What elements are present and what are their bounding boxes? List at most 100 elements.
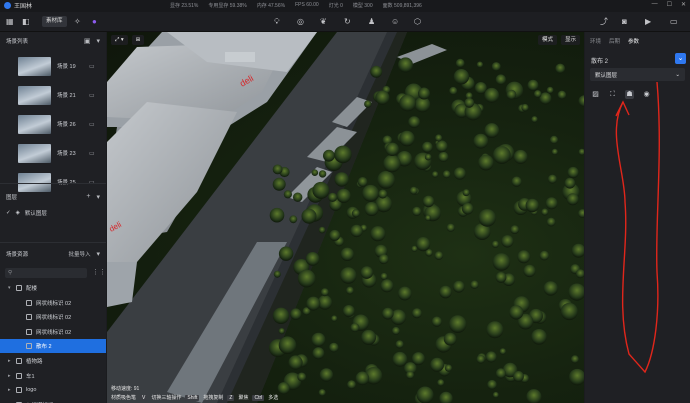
tree-item[interactable]: ▾ 配楼 — [0, 281, 106, 295]
scene-item[interactable]: 场景 19 ▭ — [18, 56, 104, 76]
layer-item-default[interactable]: ✓ ◈ 默认图层 — [6, 209, 47, 217]
axis-gizmo-icon[interactable]: ⤢ ▾ — [111, 35, 128, 45]
hint-text: 聚焦 — [238, 395, 249, 401]
tree-canopy — [334, 172, 349, 187]
scene-item[interactable]: 场景 23 ▭ — [18, 143, 104, 163]
sparkle-icon[interactable]: ✧ — [74, 15, 81, 28]
tree-canopy — [525, 198, 539, 213]
tree-item[interactable]: 散布 2 — [0, 339, 106, 354]
right-tabs: 环境 后期 参数 — [590, 37, 639, 45]
tree-canopy — [452, 280, 465, 293]
grid-view-icon[interactable]: ⋮⋮ — [92, 268, 106, 278]
ai-orb-icon[interactable]: ● — [92, 15, 97, 28]
check-icon: ✓ — [6, 210, 11, 216]
camera-icon[interactable]: ▭ — [89, 150, 95, 157]
tree-canopy — [395, 340, 404, 349]
walk-icon[interactable]: ♟ — [368, 15, 375, 28]
panel-tab[interactable]: 后期 — [609, 37, 620, 45]
minimize-icon[interactable]: — — [652, 1, 658, 8]
viewport-tab[interactable]: 显示 — [560, 35, 580, 45]
viewport-mode-tabs: 模式 显示 — [537, 35, 580, 45]
refresh-icon[interactable]: ↻ — [344, 15, 351, 28]
tree-canopy — [569, 368, 584, 386]
panel-tab[interactable]: 参数 — [628, 37, 639, 45]
key-badge: Ctrl — [252, 394, 265, 401]
caret-icon[interactable]: ▸ — [8, 358, 16, 364]
tree-canopy — [543, 281, 558, 296]
material-library-button[interactable]: 素材库 — [42, 16, 67, 27]
panel-tab[interactable]: 环境 — [590, 37, 601, 45]
monitor-icon[interactable]: ▭ — [670, 15, 678, 28]
main-toolbar: ▦ ◧ 素材库 ✧ ● 💡︎ ◎ ❦ ↻ ♟ ☺ ⬡ ⤴ ◙ ▶ ▭ — [0, 12, 690, 32]
tree-canopy — [523, 264, 536, 278]
add-layer-icon[interactable]: + — [86, 193, 90, 201]
3d-viewport[interactable]: deli deli ⤢ ▾ ⊞ 模式 显示 移动速度: 91 材质吸色笔 V 切换三轴… — [107, 32, 584, 403]
node-icon — [16, 387, 22, 394]
grid-toggle-icon[interactable]: ⊞ — [131, 35, 145, 45]
tree-canopy — [478, 154, 494, 171]
camera-icon[interactable]: ▭ — [89, 63, 95, 70]
stat-item: FPS 60.00 — [295, 2, 319, 8]
tree-item[interactable]: 网状线标识 02 — [0, 325, 106, 339]
camera-icon[interactable]: ◙ — [622, 15, 627, 28]
character-icon[interactable]: ☺ — [391, 15, 399, 28]
maximize-icon[interactable]: ☐ — [667, 1, 672, 8]
tree-canopy — [383, 154, 401, 173]
collapse-icon[interactable]: ▾ — [96, 37, 100, 45]
assets-import-button[interactable]: 批量导入 — [68, 250, 90, 258]
caret-icon[interactable]: ▸ — [8, 387, 16, 393]
asset-search[interactable]: ⚲ — [5, 268, 87, 278]
caret-icon[interactable]: ▸ — [8, 373, 16, 379]
share-icon[interactable]: ⤴ — [600, 15, 608, 28]
tree-item[interactable]: 网状线标识 02 — [0, 310, 106, 324]
tree-item[interactable]: ▸ logo — [0, 383, 106, 397]
layout-icon[interactable]: ▦ — [6, 15, 14, 28]
camera-icon[interactable]: ▭ — [89, 179, 95, 186]
scene-thumbnail — [18, 172, 51, 192]
scene-label: 场景 19 — [57, 64, 76, 70]
globe-icon[interactable]: ◎ — [297, 15, 304, 28]
scene-item[interactable]: 场景 21 ▭ — [18, 85, 104, 105]
search-icon: ⚲ — [8, 270, 13, 276]
tree-label: 植物路 — [26, 359, 43, 365]
tree-canopy — [355, 371, 370, 386]
tree-item[interactable]: 网状线标识 02 — [0, 296, 106, 310]
tree-label: 网状线标识 02 — [36, 300, 72, 307]
tree-canopy — [495, 368, 506, 379]
camera-add-icon[interactable]: ▣ — [84, 37, 91, 45]
divider — [0, 242, 106, 243]
scene-item[interactable]: 场景 25▭ — [18, 172, 104, 192]
cube-icon[interactable]: ⬡ — [414, 15, 421, 28]
tree-canopy — [408, 116, 420, 128]
tree-canopy — [329, 229, 341, 241]
tree-canopy — [473, 133, 489, 149]
close-icon[interactable]: ✕ — [681, 1, 686, 8]
tree-canopy — [269, 207, 285, 223]
stat-item: 显存 23.51% — [170, 3, 199, 9]
key-badge: Z — [227, 394, 235, 401]
light-bulb-icon[interactable]: 💡︎ — [274, 15, 280, 28]
tree-canopy — [416, 386, 434, 403]
expand-button[interactable]: ⌄ — [675, 53, 686, 64]
tree-canopy — [364, 202, 379, 216]
tree-canopy — [323, 149, 335, 162]
tree-item[interactable]: ▸入行道标识 01 — [0, 398, 106, 403]
viewport-tab[interactable]: 模式 — [537, 35, 557, 45]
leaf-icon[interactable]: ❦ — [320, 15, 327, 28]
collapse-layers-icon[interactable]: ▾ — [96, 193, 100, 201]
tree-canopy — [547, 174, 557, 184]
tree-item[interactable]: ▸ 植物路 — [0, 354, 106, 368]
camera-icon[interactable]: ▭ — [89, 121, 95, 128]
tree-item[interactable]: ▸ 车1 — [0, 369, 106, 383]
tree-canopy — [570, 355, 579, 364]
camera-icon[interactable]: ▭ — [89, 92, 95, 99]
caret-icon[interactable]: ▾ — [8, 285, 16, 291]
tree-canopy — [346, 286, 354, 295]
scene-label: 场景 23 — [57, 151, 76, 157]
collapse-assets-icon[interactable]: ▾ — [96, 250, 100, 258]
tree-canopy — [492, 253, 511, 271]
video-icon[interactable]: ▶ — [645, 15, 651, 28]
scene-item[interactable]: 场景 26 ▭ — [18, 114, 104, 134]
tree-canopy — [541, 208, 549, 216]
sidebar-icon[interactable]: ◧ — [22, 15, 30, 28]
